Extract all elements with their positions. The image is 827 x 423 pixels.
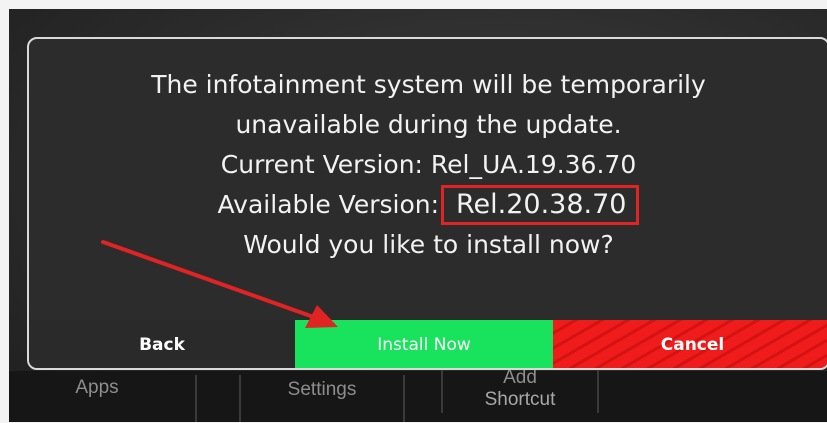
available-version-label: Available Version: <box>217 190 440 219</box>
bottom-navigation-bar: Apps Settings Add Shortcut <box>9 367 827 422</box>
dialog-button-row: Back Install Now Cancel <box>29 320 827 368</box>
back-button[interactable]: Back <box>29 320 295 368</box>
install-question: Would you like to install now? <box>243 230 614 259</box>
cancel-button[interactable]: Cancel <box>553 320 827 368</box>
available-version-row: Available Version: Rel.20.38.70 <box>29 185 827 225</box>
nav-apps[interactable]: Apps <box>9 375 197 422</box>
nav-settings-label: Settings <box>287 379 357 400</box>
nav-add-shortcut-label-line1: Add <box>503 367 537 388</box>
update-message: The infotainment system will be temporar… <box>29 65 827 265</box>
back-button-label: Back <box>139 335 185 355</box>
nav-add-shortcut[interactable]: Add Shortcut <box>441 367 599 413</box>
update-dialog: The infotainment system will be temporar… <box>27 37 827 370</box>
install-now-button[interactable]: Install Now <box>295 320 553 368</box>
message-line-2: unavailable during the update. <box>235 110 622 139</box>
nav-add-shortcut-label-line2: Shortcut <box>484 389 556 410</box>
install-now-button-label: Install Now <box>377 335 471 355</box>
current-version: Current Version: Rel_UA.19.36.70 <box>220 150 637 179</box>
cancel-button-label: Cancel <box>660 335 725 355</box>
infotainment-screen: Apps Settings Add Shortcut The infotainm… <box>9 9 827 422</box>
nav-apps-label: Apps <box>75 377 119 398</box>
nav-settings[interactable]: Settings <box>239 375 405 422</box>
message-line-1: The infotainment system will be temporar… <box>151 70 706 99</box>
available-version-value: Rel.20.38.70 <box>440 185 640 225</box>
